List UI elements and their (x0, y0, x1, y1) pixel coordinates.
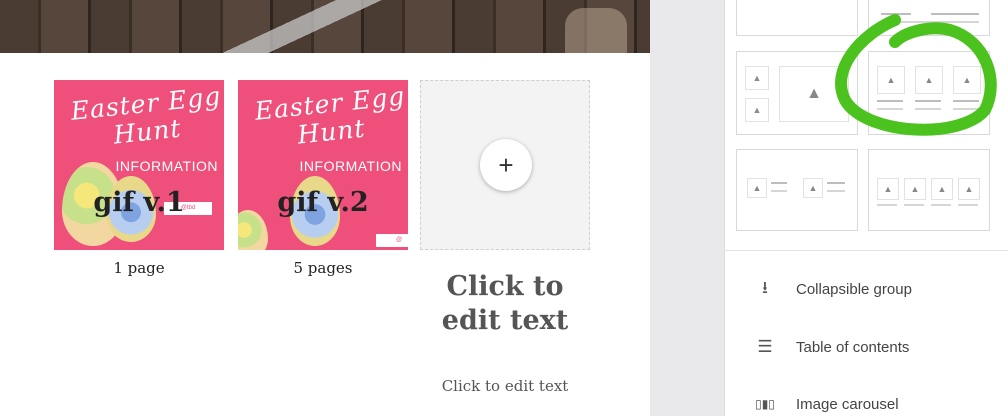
layout-option-5[interactable]: ▲ ▲ (736, 149, 858, 231)
header-image[interactable] (0, 0, 650, 53)
card-subtitle[interactable]: 5 pages (238, 259, 408, 277)
thumbnail-info-text: INFORMATION (299, 158, 402, 174)
editor-canvas: Easter Egg Hunt INFORMATION @tbd gif v.1… (0, 0, 650, 416)
image-icon: ▲ (747, 178, 767, 198)
layout-line (827, 182, 845, 184)
card-thumbnail[interactable]: Easter Egg Hunt INFORMATION @tbd (54, 80, 224, 250)
layout-line (931, 204, 951, 206)
component-table-of-contents[interactable]: ☰ Table of contents (752, 334, 909, 360)
add-card-placeholder[interactable]: + Click to edit text Click to edit text (420, 80, 590, 395)
layout-line (931, 13, 979, 15)
component-image-carousel[interactable]: ▯▮▯ Image carousel (752, 391, 899, 417)
layout-option-6[interactable]: ▲ ▲ ▲ ▲ (868, 149, 990, 231)
gallery-card-1[interactable]: Easter Egg Hunt INFORMATION @tbd (54, 80, 224, 250)
layout-line (881, 13, 911, 15)
panel-divider (724, 250, 1008, 251)
card-title[interactable]: gif v.1 (54, 187, 224, 218)
layout-line (958, 204, 978, 206)
component-label: Image carousel (796, 395, 899, 413)
layout-option-1[interactable] (736, 0, 858, 36)
layout-line (771, 182, 787, 184)
layout-line (877, 204, 897, 206)
placeholder-title[interactable]: Click to edit text (420, 270, 590, 338)
thumbnail-info-text: INFORMATION (115, 158, 218, 174)
card-subtitle[interactable]: 1 page (54, 259, 224, 277)
image-icon: ▲ (931, 178, 953, 200)
scroll-gutter (650, 0, 724, 416)
layout-line (915, 108, 941, 110)
layout-option-4[interactable]: ▲ ▲ ▲ (868, 51, 990, 135)
image-icon: ▲ (958, 178, 980, 200)
layout-line (827, 190, 845, 192)
layout-line (953, 100, 979, 102)
header-image-jar (565, 8, 627, 53)
layout-line (953, 108, 979, 110)
image-icon: ▲ (904, 178, 926, 200)
image-carousel-icon: ▯▮▯ (755, 397, 775, 411)
collapsible-group-icon: ⭳ (762, 277, 768, 297)
image-icon: ▲ (803, 178, 823, 198)
thumbnail-tag: @ (376, 234, 408, 247)
layout-option-2[interactable] (868, 0, 990, 36)
image-icon: ▲ (745, 66, 769, 90)
card-thumbnail[interactable]: Easter Egg Hunt INFORMATION @ (238, 80, 408, 250)
layout-line (877, 100, 903, 102)
layout-option-3[interactable]: ▲ ▲ ▲ (736, 51, 858, 135)
layout-line (771, 190, 787, 192)
placeholder-subtitle[interactable]: Click to edit text (420, 377, 590, 395)
image-icon: ▲ (779, 66, 849, 122)
add-image-button[interactable]: + (480, 139, 532, 191)
component-collapsible-group[interactable]: ⭳ Collapsible group (752, 276, 912, 302)
layout-line (915, 100, 941, 102)
component-label: Table of contents (796, 338, 910, 356)
thumbnail-script-title: Easter Egg Hunt (253, 81, 408, 153)
layout-line (904, 204, 924, 206)
image-icon: ▲ (745, 98, 769, 122)
image-icon: ▲ (915, 66, 943, 94)
layout-line (877, 108, 903, 110)
image-icon: ▲ (877, 178, 899, 200)
table-of-contents-icon: ☰ (757, 337, 773, 356)
component-label: Collapsible group (796, 280, 912, 298)
layout-line (881, 21, 979, 23)
card-title[interactable]: gif v.2 (238, 187, 408, 218)
image-icon: ▲ (953, 66, 981, 94)
image-icon: ▲ (877, 66, 905, 94)
thumbnail-script-title: Easter Egg Hunt (69, 81, 224, 153)
gallery-card-2[interactable]: Easter Egg Hunt INFORMATION @ (238, 80, 408, 250)
